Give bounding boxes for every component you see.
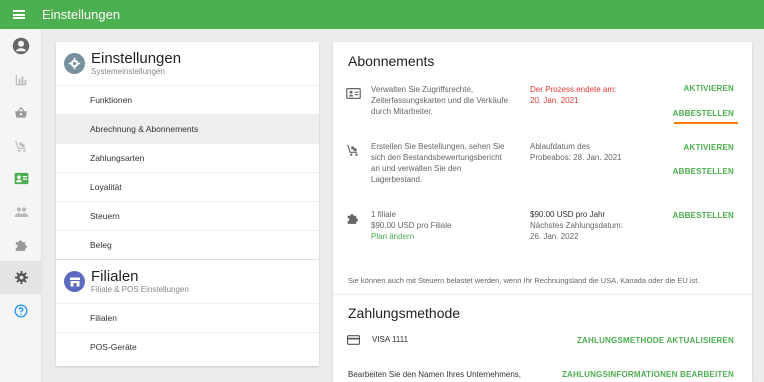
id-card-icon xyxy=(14,172,28,185)
rail-help[interactable] xyxy=(0,294,42,327)
rail-customers[interactable] xyxy=(0,195,42,228)
rail-settings[interactable] xyxy=(0,261,42,294)
subscription-2-description: Erstellen Sie Bestellungen, sehen Sie si… xyxy=(371,142,505,184)
nav-item-abrechnung[interactable]: Abrechnung & Abonnements xyxy=(56,114,319,143)
nav-item-zahlungsarten[interactable]: Zahlungsarten xyxy=(56,143,319,172)
focus-underline xyxy=(674,122,738,124)
rail-reports[interactable] xyxy=(0,63,42,96)
nav-item-beleg[interactable]: Beleg xyxy=(56,230,319,259)
people-icon xyxy=(14,206,28,217)
unsubscribe-button[interactable]: ABBESTELLEN xyxy=(673,167,734,176)
puzzle-icon xyxy=(15,239,27,251)
activate-button[interactable]: AKTIVIEREN xyxy=(684,143,734,152)
nav-item-loyalitaet[interactable]: Loyalität xyxy=(56,172,319,201)
store-icon xyxy=(69,277,80,286)
nav-item-steuern[interactable]: Steuern xyxy=(56,201,319,230)
rail-integrations[interactable] xyxy=(0,228,42,261)
rail-account[interactable] xyxy=(0,29,42,63)
inventory-cart-icon xyxy=(347,144,358,156)
unsubscribe-button[interactable]: ABBESTELLEN xyxy=(673,109,734,118)
credit-card-icon xyxy=(347,335,360,345)
subscription-3-description: 1 filiale $90.00 USD pro Filiale xyxy=(371,210,452,230)
rail-items[interactable] xyxy=(0,96,42,129)
nav-item-filialen[interactable]: Filialen xyxy=(56,303,319,332)
gear-icon xyxy=(14,270,28,285)
subscription-1-description: Verwalten Sie Zugriffsrechte, Zeiterfass… xyxy=(371,85,508,116)
billing-panel: Abonnements Verwalten Sie Zugriffsrechte… xyxy=(333,42,752,382)
id-card-icon xyxy=(346,88,361,99)
card-text: VISA 1111 xyxy=(372,335,409,344)
app-title: Einstellungen xyxy=(42,7,121,22)
stores-section-header: Filialen Filiale & POS Einstellungen xyxy=(56,260,319,303)
puzzle-icon xyxy=(347,214,358,224)
settings-nav-panel: Einstellungen Systemeinstellungen Funkti… xyxy=(56,42,319,366)
subscriptions-title: Abonnements xyxy=(348,53,435,69)
stores-section-icon xyxy=(64,271,85,292)
nav-item-pos-geraete[interactable]: POS-Geräte xyxy=(56,332,319,361)
subscription-2-status: Ablaufdatum des Probeabos: 28. Jan. 2021 xyxy=(530,142,622,162)
inventory-cart-icon xyxy=(15,140,26,152)
activate-button[interactable]: AKTIVIEREN xyxy=(684,84,734,93)
payment-method-title: Zahlungsmethode xyxy=(348,305,461,321)
settings-section-title: Einstellungen xyxy=(91,49,182,67)
nav-item-funktionen[interactable]: Funktionen xyxy=(56,85,319,114)
update-payment-method-button[interactable]: ZAHLUNGSMETHODE AKTUALISIEREN xyxy=(577,336,734,345)
rail-inventory[interactable] xyxy=(0,129,42,162)
bar-chart-icon xyxy=(15,74,27,85)
help-circle-icon xyxy=(14,304,28,317)
change-plan-link[interactable]: Plan ändern xyxy=(371,231,414,242)
settings-section-subtitle: Systemeinstellungen xyxy=(91,66,165,76)
rail-employees[interactable] xyxy=(0,162,42,195)
app-bar: Einstellungen xyxy=(0,0,764,29)
gear-icon xyxy=(68,57,81,70)
tax-note: Sie können auch mit Steuern belastet wer… xyxy=(348,276,700,285)
subscription-3-status: $90.00 USD pro Jahr Nächstes Zahlungsdat… xyxy=(530,210,623,241)
edit-payment-info-button[interactable]: ZAHLUNGSINFORMATIONEN BEARBEITEN xyxy=(562,370,734,379)
unsubscribe-button[interactable]: ABBESTELLEN xyxy=(673,211,734,220)
hamburger-menu-icon[interactable] xyxy=(0,0,38,29)
nav-rail xyxy=(0,29,42,382)
settings-section-header: Einstellungen Systemeinstellungen xyxy=(56,42,319,85)
subscription-1-status: Der Prozess endete am: 20. Jan. 2021 xyxy=(530,85,617,105)
company-info-text: Bearbeiten Sie den Namen Ihres Unternehm… xyxy=(348,370,521,379)
settings-section-icon xyxy=(64,53,85,74)
stores-section-subtitle: Filiale & POS Einstellungen xyxy=(91,284,189,294)
basket-icon xyxy=(15,106,27,118)
stores-section-title: Filialen xyxy=(91,267,139,285)
section-divider xyxy=(333,294,752,295)
account-circle-icon xyxy=(12,37,30,55)
